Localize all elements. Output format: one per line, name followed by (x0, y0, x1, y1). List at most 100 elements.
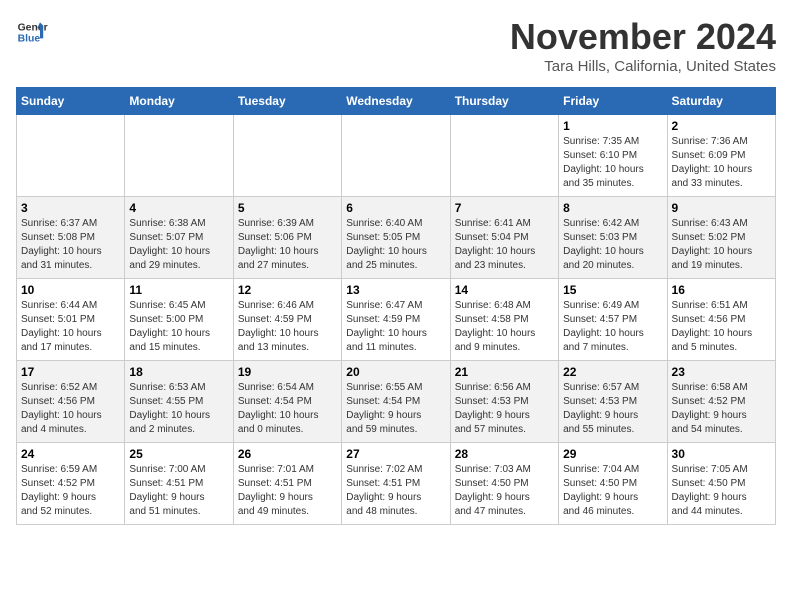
weekday-header-cell: Wednesday (342, 88, 450, 115)
calendar-day-cell: 19Sunrise: 6:54 AM Sunset: 4:54 PM Dayli… (233, 361, 341, 443)
weekday-header-cell: Monday (125, 88, 233, 115)
day-number: 30 (672, 447, 771, 461)
calendar-day-cell: 12 Sunrise: 6:46 AM Sunset: 4:59 PM Dayli… (233, 279, 341, 361)
day-number: 21 (455, 365, 554, 379)
day-info: Sunrise: 6:44 AM Sunset: 5:01 PM Dayligh… (21, 299, 120, 355)
month-title: November 2024 (510, 16, 776, 58)
logo: General Blue (16, 16, 48, 48)
title-area: November 2024 Tara Hills, California, Un… (510, 16, 776, 75)
day-info: Sunrise: 6:39 AM Sunset: 5:06 PM Dayligh… (238, 217, 337, 273)
calendar-day-cell: 5 Sunrise: 6:39 AM Sunset: 5:06 PM Daylig… (233, 197, 341, 279)
calendar-day-cell: 13 Sunrise: 6:47 AM Sunset: 4:59 PM Dayli… (342, 279, 450, 361)
day-info: Sunrise: 6:40 AM Sunset: 5:05 PM Dayligh… (346, 217, 445, 273)
calendar-week-row: 17Sunrise: 6:52 AM Sunset: 4:56 PM Dayli… (17, 361, 776, 443)
calendar-day-cell: 15 Sunrise: 6:49 AM Sunset: 4:57 PM Dayli… (559, 279, 667, 361)
calendar-day-cell: 10 Sunrise: 6:44 AM Sunset: 5:01 PM Dayli… (17, 279, 125, 361)
calendar-day-cell: 21 Sunrise: 6:56 AM Sunset: 4:53 PM Dayli… (450, 361, 558, 443)
day-info: Sunrise: 7:04 AM Sunset: 4:50 PM Dayligh… (563, 463, 662, 519)
calendar-day-cell (450, 115, 558, 197)
day-number: 25 (129, 447, 228, 461)
day-info: Sunrise: 7:03 AM Sunset: 4:50 PM Dayligh… (455, 463, 554, 519)
calendar-day-cell: 16Sunrise: 6:51 AM Sunset: 4:56 PM Dayli… (667, 279, 775, 361)
calendar-day-cell: 27 Sunrise: 7:02 AM Sunset: 4:51 PM Dayli… (342, 443, 450, 525)
calendar-day-cell (125, 115, 233, 197)
day-info: Sunrise: 7:35 AM Sunset: 6:10 PM Dayligh… (563, 135, 662, 191)
weekday-header-cell: Friday (559, 88, 667, 115)
day-number: 3 (21, 201, 120, 215)
day-info: Sunrise: 6:41 AM Sunset: 5:04 PM Dayligh… (455, 217, 554, 273)
day-number: 5 (238, 201, 337, 215)
svg-text:General: General (18, 22, 48, 33)
day-info: Sunrise: 6:43 AM Sunset: 5:02 PM Dayligh… (672, 217, 771, 273)
calendar-day-cell: 4Sunrise: 6:38 AM Sunset: 5:07 PM Daylig… (125, 197, 233, 279)
calendar-day-cell: 26 Sunrise: 7:01 AM Sunset: 4:51 PM Dayli… (233, 443, 341, 525)
day-info: Sunrise: 7:02 AM Sunset: 4:51 PM Dayligh… (346, 463, 445, 519)
day-number: 12 (238, 283, 337, 297)
weekday-header-cell: Tuesday (233, 88, 341, 115)
day-info: Sunrise: 6:46 AM Sunset: 4:59 PM Dayligh… (238, 299, 337, 355)
day-info: Sunrise: 6:51 AM Sunset: 4:56 PM Dayligh… (672, 299, 771, 355)
day-number: 7 (455, 201, 554, 215)
calendar-day-cell: 30 Sunrise: 7:05 AM Sunset: 4:50 PM Dayli… (667, 443, 775, 525)
calendar-day-cell: 1Sunrise: 7:35 AM Sunset: 6:10 PM Daylig… (559, 115, 667, 197)
day-info: Sunrise: 6:47 AM Sunset: 4:59 PM Dayligh… (346, 299, 445, 355)
svg-text:Blue: Blue (18, 34, 41, 45)
calendar-week-row: 3 Sunrise: 6:37 AM Sunset: 5:08 PM Daylig… (17, 197, 776, 279)
logo-icon: General Blue (16, 16, 48, 48)
calendar-day-cell: 29Sunrise: 7:04 AM Sunset: 4:50 PM Dayli… (559, 443, 667, 525)
calendar-day-cell: 23 Sunrise: 6:58 AM Sunset: 4:52 PM Dayli… (667, 361, 775, 443)
day-number: 10 (21, 283, 120, 297)
day-info: Sunrise: 6:56 AM Sunset: 4:53 PM Dayligh… (455, 381, 554, 437)
day-info: Sunrise: 7:05 AM Sunset: 4:50 PM Dayligh… (672, 463, 771, 519)
day-number: 20 (346, 365, 445, 379)
calendar-day-cell: 20 Sunrise: 6:55 AM Sunset: 4:54 PM Dayli… (342, 361, 450, 443)
day-info: Sunrise: 6:37 AM Sunset: 5:08 PM Dayligh… (21, 217, 120, 273)
header: General Blue November 2024 Tara Hills, C… (16, 16, 776, 75)
calendar-day-cell: 18 Sunrise: 6:53 AM Sunset: 4:55 PM Dayli… (125, 361, 233, 443)
day-number: 23 (672, 365, 771, 379)
calendar-week-row: 1Sunrise: 7:35 AM Sunset: 6:10 PM Daylig… (17, 115, 776, 197)
day-info: Sunrise: 6:55 AM Sunset: 4:54 PM Dayligh… (346, 381, 445, 437)
day-info: Sunrise: 6:53 AM Sunset: 4:55 PM Dayligh… (129, 381, 228, 437)
calendar-day-cell: 2Sunrise: 7:36 AM Sunset: 6:09 PM Daylig… (667, 115, 775, 197)
day-number: 4 (129, 201, 228, 215)
calendar-day-cell: 3 Sunrise: 6:37 AM Sunset: 5:08 PM Daylig… (17, 197, 125, 279)
day-info: Sunrise: 7:36 AM Sunset: 6:09 PM Dayligh… (672, 135, 771, 191)
calendar-day-cell (233, 115, 341, 197)
calendar-day-cell: 25 Sunrise: 7:00 AM Sunset: 4:51 PM Dayli… (125, 443, 233, 525)
day-number: 27 (346, 447, 445, 461)
day-info: Sunrise: 6:59 AM Sunset: 4:52 PM Dayligh… (21, 463, 120, 519)
day-info: Sunrise: 6:52 AM Sunset: 4:56 PM Dayligh… (21, 381, 120, 437)
day-info: Sunrise: 6:58 AM Sunset: 4:52 PM Dayligh… (672, 381, 771, 437)
calendar-day-cell: 28Sunrise: 7:03 AM Sunset: 4:50 PM Dayli… (450, 443, 558, 525)
day-info: Sunrise: 6:48 AM Sunset: 4:58 PM Dayligh… (455, 299, 554, 355)
day-info: Sunrise: 6:49 AM Sunset: 4:57 PM Dayligh… (563, 299, 662, 355)
weekday-header: SundayMondayTuesdayWednesdayThursdayFrid… (17, 88, 776, 115)
weekday-header-cell: Sunday (17, 88, 125, 115)
calendar-day-cell: 14 Sunrise: 6:48 AM Sunset: 4:58 PM Dayli… (450, 279, 558, 361)
weekday-header-cell: Thursday (450, 88, 558, 115)
day-number: 15 (563, 283, 662, 297)
location: Tara Hills, California, United States (510, 58, 776, 75)
day-info: Sunrise: 7:01 AM Sunset: 4:51 PM Dayligh… (238, 463, 337, 519)
calendar-day-cell: 11Sunrise: 6:45 AM Sunset: 5:00 PM Dayli… (125, 279, 233, 361)
day-number: 6 (346, 201, 445, 215)
calendar-week-row: 24 Sunrise: 6:59 AM Sunset: 4:52 PM Dayli… (17, 443, 776, 525)
calendar-day-cell: 8Sunrise: 6:42 AM Sunset: 5:03 PM Daylig… (559, 197, 667, 279)
day-number: 8 (563, 201, 662, 215)
day-info: Sunrise: 6:54 AM Sunset: 4:54 PM Dayligh… (238, 381, 337, 437)
calendar-day-cell: 6 Sunrise: 6:40 AM Sunset: 5:05 PM Daylig… (342, 197, 450, 279)
calendar-week-row: 10 Sunrise: 6:44 AM Sunset: 5:01 PM Dayli… (17, 279, 776, 361)
day-info: Sunrise: 7:00 AM Sunset: 4:51 PM Dayligh… (129, 463, 228, 519)
calendar-body: 1Sunrise: 7:35 AM Sunset: 6:10 PM Daylig… (17, 115, 776, 525)
calendar-day-cell: 17Sunrise: 6:52 AM Sunset: 4:56 PM Dayli… (17, 361, 125, 443)
day-number: 14 (455, 283, 554, 297)
day-number: 26 (238, 447, 337, 461)
calendar-day-cell: 7 Sunrise: 6:41 AM Sunset: 5:04 PM Daylig… (450, 197, 558, 279)
day-number: 9 (672, 201, 771, 215)
day-number: 13 (346, 283, 445, 297)
day-info: Sunrise: 6:57 AM Sunset: 4:53 PM Dayligh… (563, 381, 662, 437)
weekday-header-cell: Saturday (667, 88, 775, 115)
day-number: 24 (21, 447, 120, 461)
day-number: 18 (129, 365, 228, 379)
